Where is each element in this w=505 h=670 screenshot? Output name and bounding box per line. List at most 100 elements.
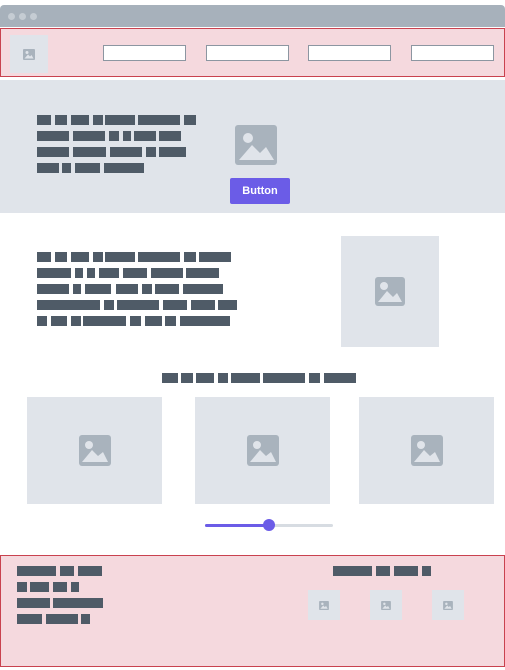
- image-icon: [381, 600, 391, 610]
- text-placeholder: [62, 163, 71, 173]
- text-placeholder: [138, 115, 180, 125]
- text-placeholder: [37, 131, 69, 141]
- window-dot[interactable]: [30, 13, 37, 20]
- text-placeholder: [163, 300, 187, 310]
- text-placeholder: [71, 115, 89, 125]
- text-placeholder: [159, 147, 186, 157]
- image-icon: [319, 600, 329, 610]
- text-placeholder: [53, 582, 67, 592]
- text-placeholder: [165, 316, 176, 326]
- footer-icon-1[interactable]: [308, 590, 340, 620]
- text-placeholder: [37, 300, 100, 310]
- footer-icon-2[interactable]: [370, 590, 402, 620]
- slider-thumb[interactable]: [263, 519, 275, 531]
- text-placeholder: [138, 252, 180, 262]
- hero-button[interactable]: Button: [230, 178, 290, 204]
- window-titlebar: [0, 5, 505, 27]
- text-placeholder: [186, 268, 219, 278]
- text-placeholder: [134, 131, 156, 141]
- text-placeholder: [73, 284, 81, 294]
- text-placeholder: [117, 300, 159, 310]
- text-placeholder: [145, 316, 162, 326]
- text-placeholder: [159, 131, 181, 141]
- text-placeholder: [263, 373, 305, 383]
- image-icon: [23, 48, 35, 60]
- text-placeholder: [17, 566, 56, 576]
- image-icon: [443, 600, 453, 610]
- text-placeholder: [37, 252, 51, 262]
- text-placeholder: [81, 614, 90, 624]
- text-placeholder: [71, 316, 81, 326]
- text-placeholder: [110, 147, 142, 157]
- nav-input-3[interactable]: [308, 45, 391, 61]
- text-placeholder: [17, 598, 50, 608]
- text-placeholder: [155, 284, 179, 294]
- text-placeholder: [37, 268, 71, 278]
- text-placeholder: [73, 131, 105, 141]
- text-placeholder: [324, 373, 356, 383]
- text-placeholder: [184, 252, 196, 262]
- footer-icon-3[interactable]: [432, 590, 464, 620]
- text-placeholder: [104, 163, 144, 173]
- text-placeholder: [87, 268, 95, 278]
- text-placeholder: [53, 598, 103, 608]
- text-placeholder: [184, 115, 196, 125]
- text-placeholder: [55, 115, 67, 125]
- nav-input-1[interactable]: [103, 45, 186, 61]
- text-placeholder: [37, 316, 47, 326]
- text-placeholder: [196, 373, 214, 383]
- text-placeholder: [218, 300, 237, 310]
- gallery-card-3[interactable]: [359, 397, 494, 504]
- text-placeholder: [123, 268, 147, 278]
- text-placeholder: [422, 566, 431, 576]
- image-icon: [375, 277, 405, 306]
- image-icon: [78, 435, 111, 466]
- text-placeholder: [105, 115, 135, 125]
- text-placeholder: [394, 566, 418, 576]
- text-placeholder: [309, 373, 320, 383]
- text-placeholder: [71, 252, 89, 262]
- text-placeholder: [231, 373, 260, 383]
- text-placeholder: [130, 316, 141, 326]
- text-placeholder: [55, 252, 67, 262]
- text-placeholder: [73, 147, 106, 157]
- text-placeholder: [218, 373, 228, 383]
- text-placeholder: [30, 582, 49, 592]
- text-placeholder: [37, 163, 59, 173]
- text-placeholder: [104, 300, 114, 310]
- text-placeholder: [180, 316, 230, 326]
- logo-placeholder[interactable]: [10, 35, 48, 73]
- text-placeholder: [46, 614, 78, 624]
- text-placeholder: [85, 284, 111, 294]
- text-placeholder: [78, 566, 102, 576]
- text-placeholder: [199, 252, 231, 262]
- text-placeholder: [75, 268, 83, 278]
- page: Button: [0, 0, 505, 670]
- gallery-card-2[interactable]: [195, 397, 330, 504]
- content-image: [341, 236, 439, 347]
- text-placeholder: [116, 284, 138, 294]
- text-placeholder: [333, 566, 372, 576]
- nav-input-2[interactable]: [206, 45, 289, 61]
- window-dot[interactable]: [19, 13, 26, 20]
- text-placeholder: [71, 582, 79, 592]
- nav-input-4[interactable]: [411, 45, 494, 61]
- image-icon: [410, 435, 443, 466]
- slider-fill: [205, 524, 269, 527]
- text-placeholder: [146, 147, 156, 157]
- text-placeholder: [37, 284, 69, 294]
- text-placeholder: [51, 316, 67, 326]
- text-placeholder: [109, 131, 119, 141]
- text-placeholder: [376, 566, 390, 576]
- text-placeholder: [37, 115, 51, 125]
- window-dot[interactable]: [8, 13, 15, 20]
- text-placeholder: [123, 131, 131, 141]
- text-placeholder: [17, 614, 42, 624]
- gallery-card-1[interactable]: [27, 397, 162, 504]
- text-placeholder: [151, 268, 183, 278]
- image-icon: [235, 125, 277, 165]
- text-placeholder: [162, 373, 178, 383]
- image-icon: [246, 435, 279, 466]
- text-placeholder: [75, 163, 100, 173]
- text-placeholder: [142, 284, 152, 294]
